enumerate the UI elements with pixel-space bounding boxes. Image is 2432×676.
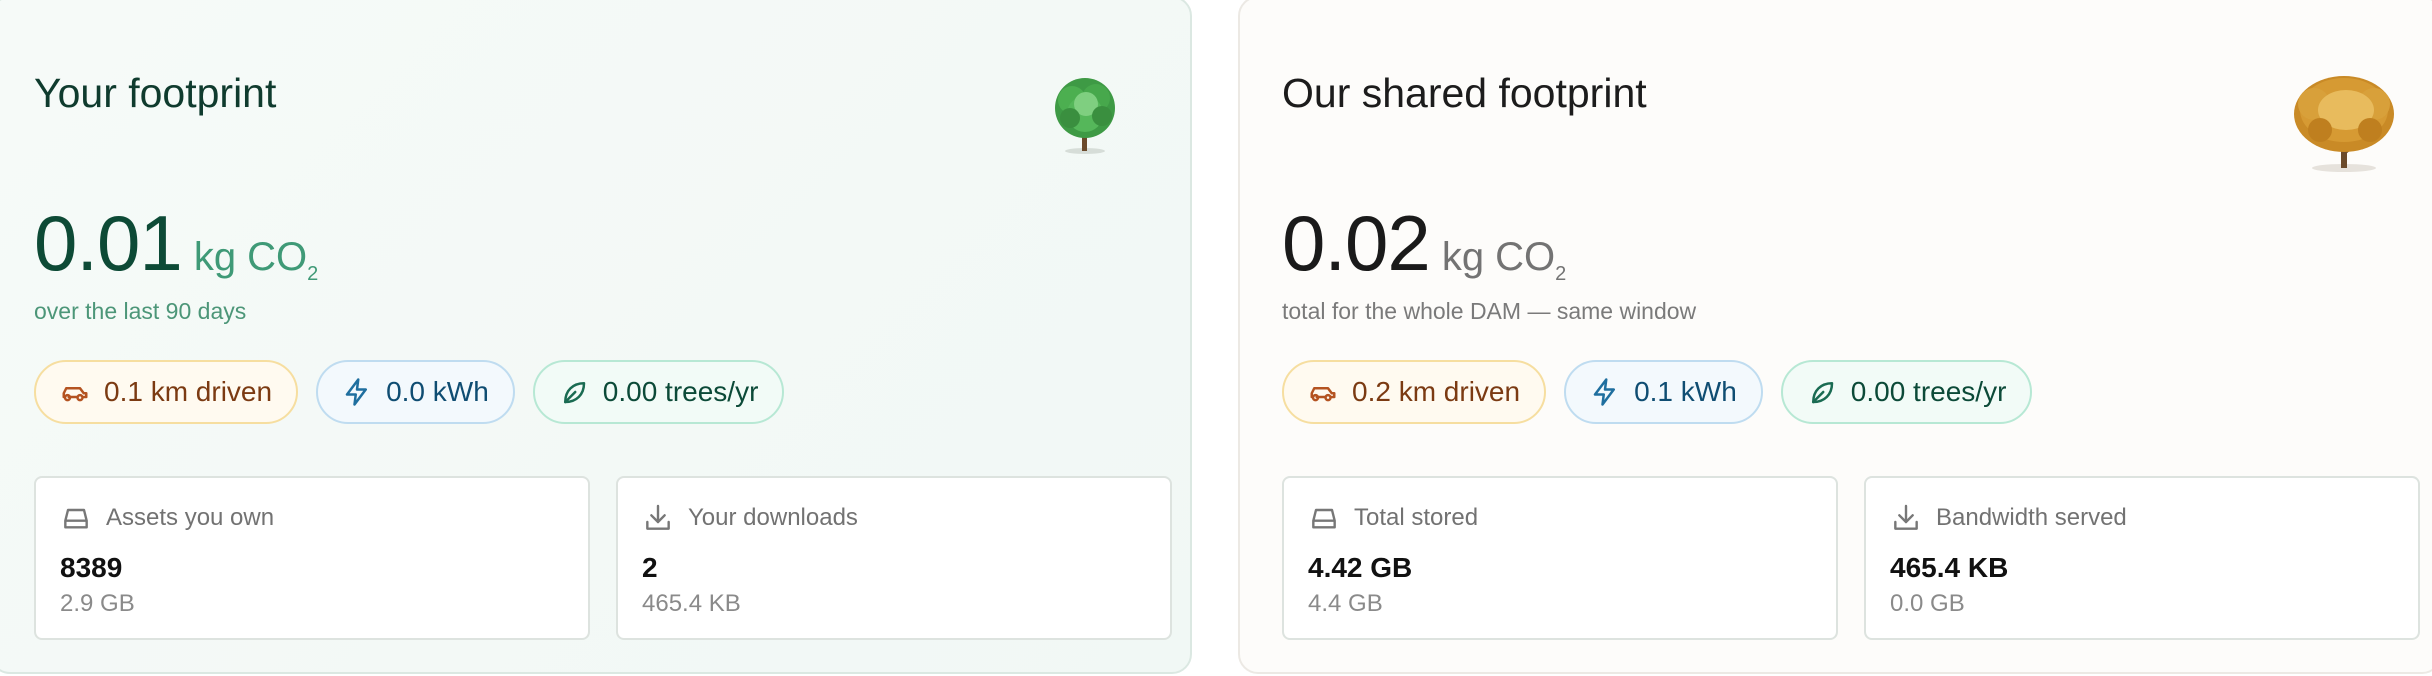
bandwidth-served-stat: Bandwidth served 465.4 KB 0.0 GB [1864, 476, 2420, 640]
stat-value: 8389 [60, 552, 123, 583]
time-window-label: total for the whole DAM — same window [1282, 298, 1697, 324]
lightning-icon [1593, 378, 1616, 406]
autumn-tree-icon [2290, 74, 2398, 179]
green-tree-icon [1050, 74, 1120, 161]
lightning-icon [345, 378, 368, 406]
card-title: Our shared footprint [1282, 70, 1647, 116]
trees-value: 0.00 trees/yr [1850, 376, 2007, 407]
hard-drive-icon [1312, 508, 1336, 529]
stat-value: 465.4 KB [1890, 552, 2009, 583]
energy-value: 0.0 kWh [386, 376, 489, 407]
stat-subvalue: 4.4 GB [1308, 590, 1383, 617]
stat-subvalue: 465.4 KB [642, 590, 741, 617]
equivalents-row: 0.1 km driven 0.0 kWh 0.00 trees/yr [34, 360, 785, 424]
distance-value: 0.2 km driven [1352, 376, 1521, 407]
energy-value: 0.1 kWh [1634, 376, 1737, 407]
download-icon [646, 504, 670, 530]
stat-label: Your downloads [688, 504, 858, 531]
car-icon [1310, 387, 1336, 402]
stat-subvalue: 0.0 GB [1890, 590, 1965, 617]
trees-equivalent-chip: 0.00 trees/yr [532, 360, 785, 424]
distance-equivalent-chip: 0.1 km driven [34, 360, 299, 424]
energy-equivalent-chip: 0.0 kWh [316, 360, 515, 424]
leaf-icon [1811, 382, 1834, 404]
downloads-stat: Your downloads 2 465.4 KB [616, 476, 1172, 640]
stat-value: 2 [642, 552, 658, 583]
stat-subvalue: 2.9 GB [60, 590, 135, 617]
stat-label: Bandwidth served [1936, 504, 2127, 531]
equivalents-row: 0.2 km driven 0.1 kWh 0.00 trees/yr [1282, 360, 2033, 424]
co2-unit: kg CO2 [1441, 235, 1567, 285]
assets-owned-stat: Assets you own 8389 2.9 GB [34, 476, 590, 640]
co2-value: 0.01 [34, 199, 183, 287]
distance-equivalent-chip: 0.2 km driven [1282, 360, 1547, 424]
shared-footprint-card: Our shared footprint 0.02 kg CO2 total f… [1238, 0, 2432, 674]
co2-value: 0.02 [1282, 199, 1431, 287]
co2-unit: kg CO2 [193, 235, 319, 285]
download-icon [1894, 504, 1918, 530]
stats-row: Total stored 4.42 GB 4.4 GB Bandwidth se… [1282, 476, 2420, 640]
stat-value: 4.42 GB [1308, 552, 1413, 583]
leaf-icon [563, 382, 586, 404]
trees-equivalent-chip: 0.00 trees/yr [1780, 360, 2033, 424]
stats-row: Assets you own 8389 2.9 GB Your download… [34, 476, 1172, 640]
energy-equivalent-chip: 0.1 kWh [1564, 360, 1763, 424]
car-icon [62, 387, 88, 402]
time-window-label: over the last 90 days [34, 298, 247, 324]
trees-value: 0.00 trees/yr [602, 376, 759, 407]
distance-value: 0.1 km driven [104, 376, 273, 407]
stat-label: Total stored [1354, 504, 1479, 531]
card-title: Your footprint [34, 70, 277, 116]
stat-label: Assets you own [106, 504, 275, 531]
co2-metric: 0.01 kg CO2 [34, 198, 318, 289]
total-stored-stat: Total stored 4.42 GB 4.4 GB [1282, 476, 1838, 640]
hard-drive-icon [64, 508, 88, 529]
co2-metric: 0.02 kg CO2 [1282, 198, 1566, 289]
personal-footprint-card: Your footprint 0.01 kg CO2 over the last… [0, 0, 1192, 674]
